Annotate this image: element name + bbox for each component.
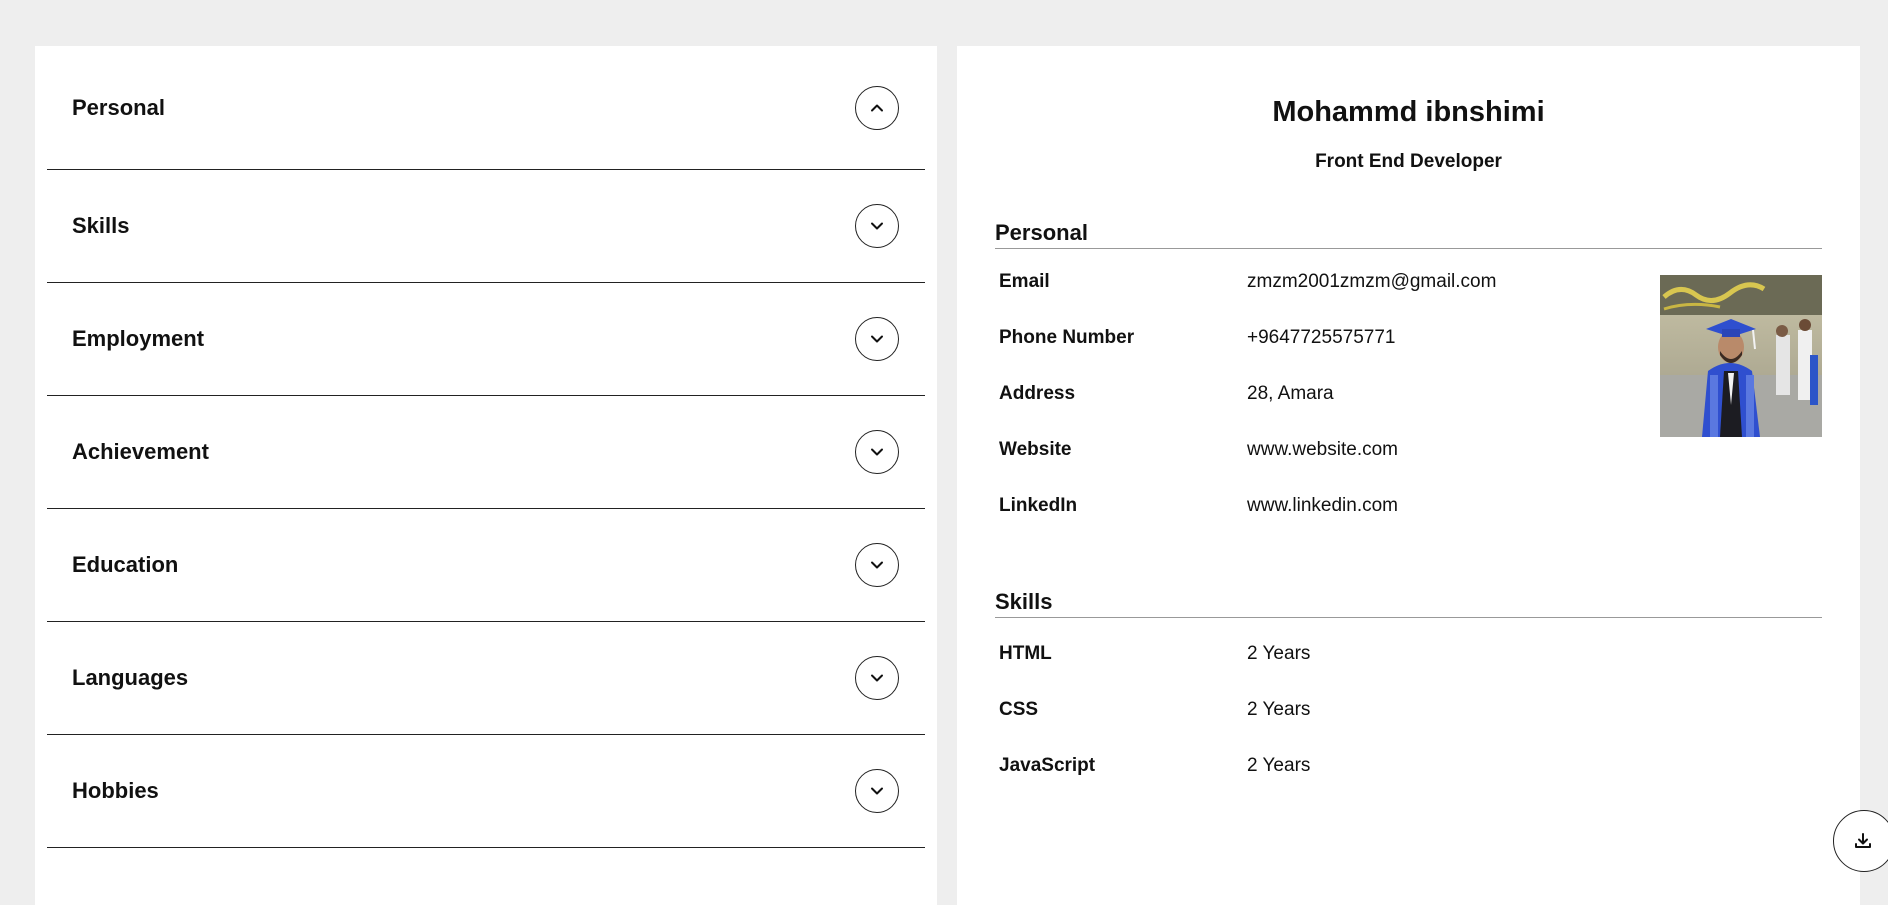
chevron-down-icon[interactable] [855, 656, 899, 700]
info-value: www.website.com [1247, 439, 1398, 460]
resume-name: Mohammd ibnshimi [1272, 96, 1545, 128]
accordion-item-employment[interactable]: Employment [47, 283, 925, 396]
resume-builder-page: Personal Skills Employment Achievement E… [0, 0, 1888, 905]
download-button[interactable] [1833, 810, 1888, 872]
info-row-website: Website www.website.com [995, 431, 1822, 487]
accordion-item-languages[interactable]: Languages [47, 622, 925, 735]
chevron-down-icon[interactable] [855, 769, 899, 813]
chevron-down-icon[interactable] [855, 543, 899, 587]
resume-document: Mohammd ibnshimi Front End Developer Per… [957, 96, 1860, 803]
info-row-linkedin: LinkedIn www.linkedin.com [995, 487, 1822, 543]
skills-section-heading: Skills [995, 589, 1822, 618]
skill-row-html: HTML 2 Years [995, 635, 1822, 691]
chevron-down-icon[interactable] [855, 204, 899, 248]
info-value: 28, Amara [1247, 383, 1334, 404]
info-label: Address [999, 383, 1076, 404]
accordion-title: Education [72, 552, 179, 577]
profile-photo-illustration [1660, 275, 1822, 437]
personal-section: Email zmzm2001zmzm@gmail.com Phone Numbe… [995, 263, 1822, 543]
info-label: Website [999, 439, 1072, 460]
accordion-item-hobbies[interactable]: Hobbies [47, 735, 925, 848]
skills-section: HTML 2 Years CSS 2 Years JavaScript 2 Ye… [995, 635, 1822, 803]
skill-duration: 2 Years [1247, 699, 1311, 720]
accordion-title: Personal [72, 94, 165, 120]
accordion-title: Skills [72, 213, 130, 238]
skill-name: CSS [999, 699, 1039, 720]
info-label: Email [999, 271, 1050, 292]
editor-panel: Personal Skills Employment Achievement E… [35, 46, 937, 905]
skill-duration: 2 Years [1247, 755, 1311, 776]
info-value: www.linkedin.com [1247, 495, 1398, 516]
resume-preview-panel: Mohammd ibnshimi Front End Developer Per… [957, 46, 1860, 905]
section-accordion: Personal Skills Employment Achievement E… [35, 46, 937, 848]
resume-role: Front End Developer [1315, 151, 1502, 172]
accordion-item-education[interactable]: Education [47, 509, 925, 622]
download-icon [1855, 833, 1871, 848]
profile-photo [1660, 275, 1822, 437]
accordion-title: Employment [72, 326, 205, 351]
skill-row-javascript: JavaScript 2 Years [995, 747, 1822, 803]
info-label: LinkedIn [999, 495, 1078, 516]
accordion-title: Hobbies [72, 778, 159, 803]
skill-duration: 2 Years [1247, 643, 1311, 664]
chevron-down-icon[interactable] [855, 430, 899, 474]
info-value: zmzm2001zmzm@gmail.com [1247, 271, 1497, 292]
info-value: +9647725575771 [1247, 327, 1396, 348]
skill-name: JavaScript [999, 755, 1096, 776]
skill-name: HTML [999, 643, 1052, 664]
accordion-title: Languages [72, 665, 189, 690]
accordion-item-personal[interactable]: Personal [47, 46, 925, 170]
personal-section-heading: Personal [995, 220, 1822, 249]
accordion-item-achievement[interactable]: Achievement [47, 396, 925, 509]
accordion-item-skills[interactable]: Skills [47, 170, 925, 283]
chevron-down-icon[interactable] [855, 317, 899, 361]
accordion-title: Achievement [72, 439, 209, 464]
skill-row-css: CSS 2 Years [995, 691, 1822, 747]
chevron-up-icon[interactable] [855, 85, 899, 130]
info-label: Phone Number [999, 327, 1135, 348]
